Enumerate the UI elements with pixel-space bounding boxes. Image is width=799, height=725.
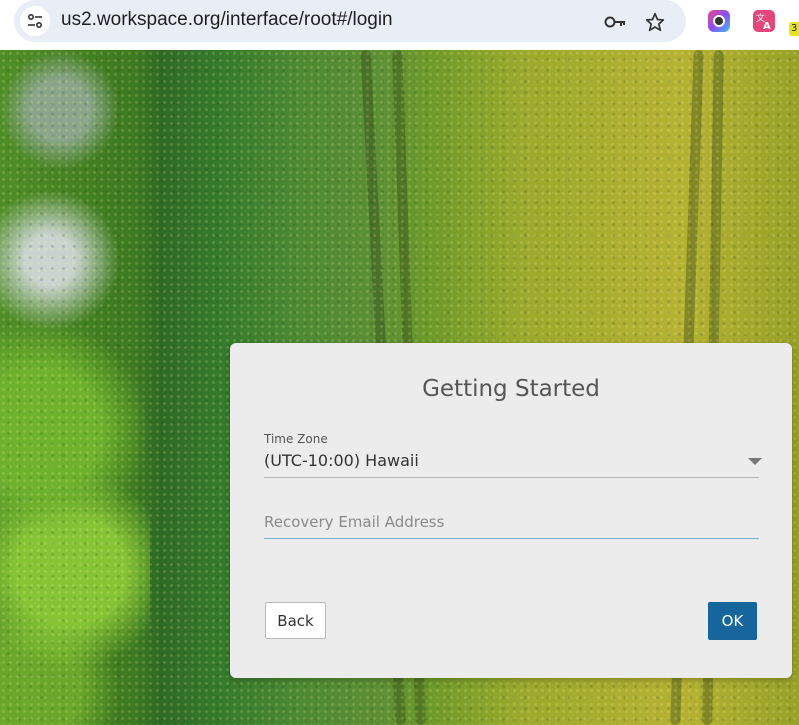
svg-text:A: A [763,21,771,32]
url-text[interactable]: us2.workspace.org/interface/root#/login [61,9,393,31]
timezone-value: (UTC-10:00) Hawaii [264,451,419,470]
key-icon[interactable] [604,11,626,33]
star-icon[interactable] [644,11,666,33]
timezone-select[interactable]: (UTC-10:00) Hawaii [264,448,762,478]
getting-started-dialog: Getting Started Time Zone (UTC-10:00) Ha… [230,343,792,678]
chevron-down-icon[interactable] [748,458,762,465]
address-bar[interactable]: us2.workspace.org/interface/root#/login [14,0,686,42]
back-button[interactable]: Back [265,602,326,639]
timezone-label: Time Zone [264,432,328,446]
dialog-title: Getting Started [422,376,600,402]
site-info-icon[interactable] [20,6,50,36]
browser-toolbar: us2.workspace.org/interface/root#/login [0,0,799,50]
extension-badge: 3 [789,22,799,36]
ok-button[interactable]: OK [708,602,757,640]
recovery-email-input[interactable] [264,505,759,539]
camera-extension-icon[interactable] [708,10,730,32]
translate-extension-icon[interactable]: 文 A [753,10,775,32]
